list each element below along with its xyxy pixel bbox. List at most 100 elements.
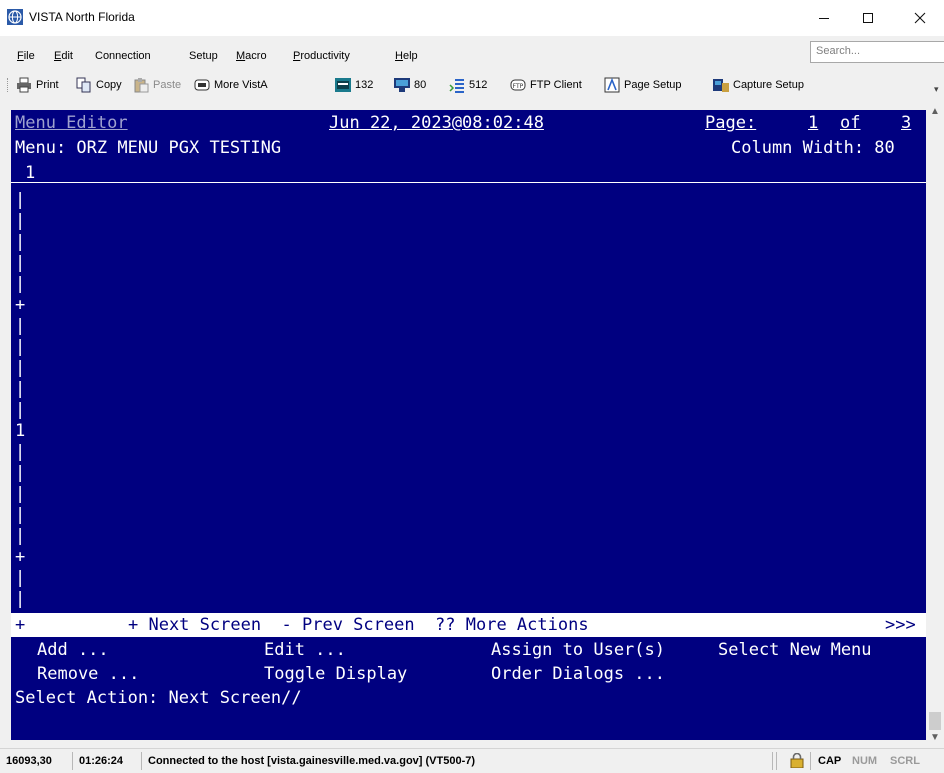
printer-icon (16, 77, 32, 93)
toolbar-overflow-icon[interactable]: ▾ (934, 84, 939, 95)
gutter-marker: 1 (15, 421, 26, 441)
menu-macro[interactable]: Macro (236, 50, 267, 62)
gutter-marker: | (15, 505, 26, 525)
minimize-button[interactable] (802, 4, 846, 32)
gutter-marker: | (15, 484, 26, 504)
copy-icon (76, 77, 92, 93)
page-total: 3 (901, 113, 912, 133)
gutter-marker: | (15, 379, 26, 399)
connection-status: Connected to the host [vista.gainesville… (148, 755, 476, 767)
lock-icon (790, 752, 804, 771)
print-button[interactable]: Print (16, 76, 59, 94)
action-remove[interactable]: Remove ... (37, 663, 139, 685)
copy-label: Copy (96, 79, 122, 91)
menu-macro-accel: M (236, 50, 246, 62)
gutter-marker: | (15, 211, 26, 231)
gutter-marker: + (15, 547, 26, 567)
buffer-512-label: 512 (469, 79, 488, 91)
menu-help-accel: H (395, 50, 403, 62)
menu-name: Menu: ORZ MENU PGX TESTING (15, 138, 282, 158)
gutter-marker: | (15, 526, 26, 546)
cols-132-button[interactable]: 132 (335, 76, 373, 94)
page-of: of (840, 113, 861, 133)
paste-icon (133, 77, 149, 93)
gutter-marker: | (15, 463, 26, 483)
more-vista-icon (194, 77, 210, 93)
page-setup-button[interactable]: Page Setup (604, 76, 682, 94)
buffer-512-button[interactable]: 512 (449, 76, 487, 94)
gutter-marker: + (15, 295, 26, 315)
column-marker: 1 (25, 163, 36, 183)
maximize-icon (863, 13, 873, 23)
action-edit[interactable]: Edit ... (264, 639, 346, 661)
gutter-marker: | (15, 274, 26, 294)
status-divider (772, 752, 773, 770)
action-select-new-menu[interactable]: Select New Menu (718, 639, 872, 661)
status-divider (776, 752, 777, 770)
svg-text:FTP: FTP (513, 83, 524, 90)
gutter-marker: | (15, 337, 26, 357)
action-assign-users[interactable]: Assign to User(s) (491, 639, 665, 661)
action-bar-more: >>> (885, 615, 916, 635)
column-width: Column Width: 80 (731, 138, 895, 158)
gutter-marker: | (15, 400, 26, 420)
page-label: Page: (705, 113, 757, 133)
capture-setup-button[interactable]: Capture Setup (713, 76, 804, 94)
action-bar-hints: + Next Screen - Prev Screen ?? More Acti… (128, 615, 589, 635)
cols-80-button[interactable]: 80 (394, 76, 426, 94)
screen-80-icon (394, 77, 410, 93)
search-input[interactable]: Search... (810, 41, 944, 63)
vista-globe-icon (7, 9, 23, 25)
menu-connection[interactable]: Connection (95, 50, 151, 62)
more-vista-button[interactable]: More VistA (194, 76, 268, 94)
screen-132-icon (335, 77, 351, 93)
status-divider (810, 752, 811, 770)
action-toggle-display[interactable]: Toggle Display (264, 663, 407, 685)
scroll-down-icon[interactable]: ▼ (930, 732, 940, 743)
gutter-marker: | (15, 316, 26, 336)
toolbar-grip[interactable] (7, 78, 10, 92)
menu-setup-label: Setup (189, 50, 218, 62)
menu-file[interactable]: File (17, 50, 35, 62)
session-time: 01:26:24 (79, 755, 124, 767)
select-action-prompt[interactable]: Select Action: Next Screen// (15, 687, 302, 709)
minimize-icon (819, 18, 829, 19)
print-label: Print (36, 79, 59, 91)
ftp-client-label: FTP Client (530, 79, 582, 91)
action-order-dialogs[interactable]: Order Dialogs ... (491, 663, 665, 685)
gutter-marker: | (15, 442, 26, 462)
ftp-client-button[interactable]: FTP FTP Client (510, 76, 582, 94)
gutter-marker: | (15, 358, 26, 378)
gutter-marker: | (15, 190, 26, 210)
header-separator (11, 182, 926, 183)
page-setup-icon (604, 77, 620, 93)
action-add[interactable]: Add ... (37, 639, 109, 661)
gutter-marker: | (15, 253, 26, 273)
menu-edit[interactable]: Edit (54, 50, 73, 62)
menu-file-accel: F (17, 50, 24, 62)
menu-macro-rest: acro (245, 50, 267, 62)
menu-bar: File Edit Connection Setup Macro Product… (0, 44, 944, 68)
capture-setup-label: Capture Setup (733, 79, 804, 91)
num-lock-indicator: NUM (852, 755, 878, 767)
capture-setup-icon (713, 77, 729, 93)
cols-132-label: 132 (355, 79, 374, 91)
copy-button[interactable]: Copy (76, 76, 122, 94)
menu-productivity-rest: roductivity (300, 50, 350, 62)
scroll-up-icon[interactable]: ▲ (930, 106, 940, 117)
gutter-marker: | (15, 568, 26, 588)
paste-label: Paste (153, 79, 182, 91)
scroll-thumb[interactable] (929, 712, 941, 730)
maximize-button[interactable] (846, 4, 890, 32)
menu-productivity[interactable]: Productivity (293, 50, 350, 62)
menu-help[interactable]: Help (395, 50, 418, 62)
menu-setup[interactable]: Setup (189, 50, 218, 62)
terminal-screen[interactable]: Menu Editor Jun 22, 2023@08:02:48 Page: … (11, 110, 926, 740)
window-title: VISTA North Florida (29, 10, 135, 24)
paste-button[interactable]: Paste (133, 76, 181, 94)
close-button[interactable] (898, 4, 942, 32)
vertical-scrollbar[interactable]: ▲ ▼ (926, 100, 944, 748)
screen-date: Jun 22, 2023@08:02:48 (329, 113, 544, 133)
cols-80-label: 80 (414, 79, 427, 91)
status-bar: 16093,30 01:26:24 Connected to the host … (0, 748, 944, 773)
